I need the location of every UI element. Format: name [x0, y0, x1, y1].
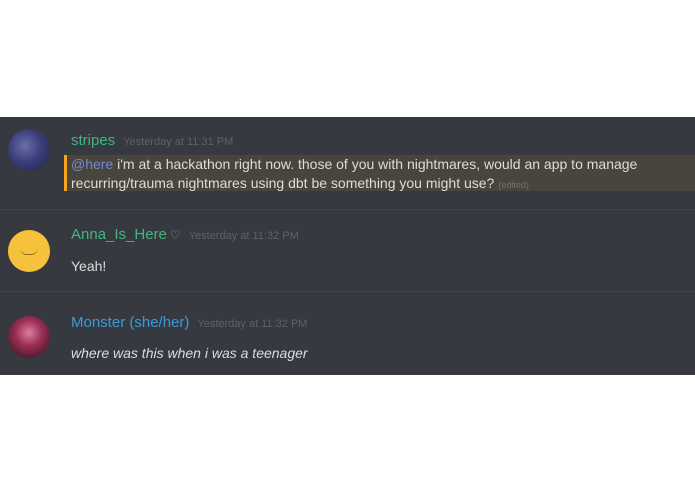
avatar[interactable] [8, 230, 50, 272]
heart-icon: ♡ [169, 228, 181, 242]
timestamp: Yesterday at 11:32 PM [197, 318, 308, 330]
avatar[interactable] [8, 316, 50, 358]
message: Monster (she/her) Yesterday at 11:32 PM w… [0, 291, 695, 375]
username[interactable]: Monster (she/her) [71, 314, 189, 331]
username[interactable]: Anna_Is_Here [71, 226, 167, 243]
message-author[interactable]: Monster (she/her) Yesterday at 11:32 PM [71, 314, 307, 331]
mention[interactable]: @here [71, 156, 113, 172]
edited-label: (edited) [498, 180, 529, 190]
message: Anna_Is_Here ♡ Yesterday at 11:32 PM Yeah! [0, 209, 695, 292]
timestamp: Yesterday at 11:31 PM [123, 136, 234, 148]
timestamp: Yesterday at 11:32 PM [188, 230, 299, 242]
message-body: i'm at a hackathon right now. those of y… [71, 156, 638, 191]
message-author[interactable]: stripes Yesterday at 11:31 PM [71, 132, 233, 149]
avatar[interactable] [8, 129, 50, 171]
message-text: @here i'm at a hackathon right now. thos… [71, 155, 681, 195]
chat-messages: stripes Yesterday at 11:31 PM @here i'm a… [0, 117, 695, 375]
smile-icon [20, 248, 38, 255]
message-text: where was this when i was a teenager [71, 345, 308, 361]
message: stripes Yesterday at 11:31 PM @here i'm a… [0, 117, 695, 209]
message-text: Yeah! [71, 258, 107, 274]
username[interactable]: stripes [71, 132, 115, 149]
message-author[interactable]: Anna_Is_Here ♡ Yesterday at 11:32 PM [71, 226, 299, 243]
